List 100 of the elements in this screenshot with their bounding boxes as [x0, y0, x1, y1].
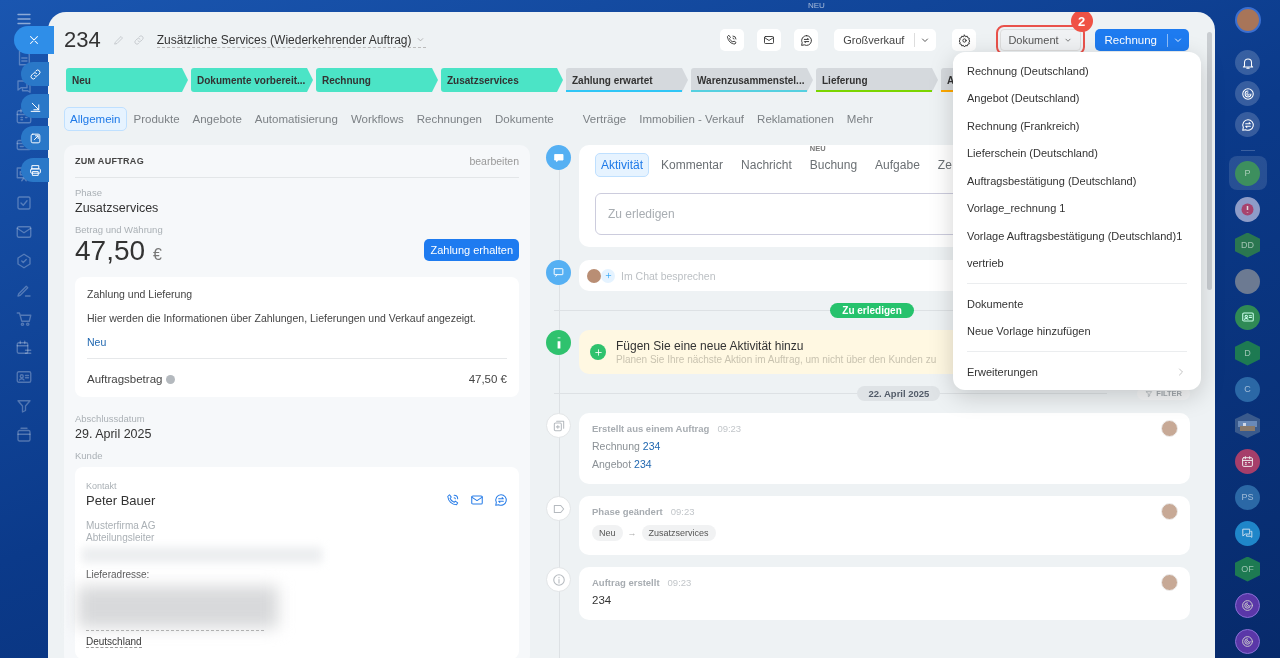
tab[interactable]: Produkte [127, 107, 186, 131]
printer-icon [28, 163, 42, 177]
chat-icon [799, 33, 813, 47]
notification-button[interactable] [1235, 50, 1260, 75]
alert-icon [1235, 196, 1260, 222]
activity-tab[interactable]: Aufgabe [869, 153, 926, 177]
menu-item[interactable]: Angebot (Deutschland) [953, 84, 1201, 112]
info-icon [551, 572, 566, 587]
stage-step[interactable]: Neu [66, 68, 188, 92]
chat-placeholder: Im Chat besprechen [621, 269, 716, 282]
field-value: Zusatzservices [75, 201, 160, 215]
bubble-glyph [552, 151, 565, 164]
country: Deutschland [86, 636, 142, 648]
field-label: Abschlussdatum [75, 413, 146, 424]
phone-icon [726, 34, 739, 46]
total-label: Auftragsbetrag [87, 373, 176, 385]
chat-list-item[interactable]: C [1228, 372, 1267, 406]
link-icon [28, 67, 42, 81]
edit-link[interactable]: bearbeiten [469, 155, 519, 167]
call-button[interactable] [720, 29, 745, 51]
plus-icon [592, 346, 604, 358]
box-icon [15, 426, 33, 444]
event-line: Rechnung 234 [592, 440, 662, 452]
chat-button[interactable] [794, 29, 819, 51]
invoice-button[interactable]: Rechnung [1094, 29, 1189, 51]
currency: € [153, 246, 162, 263]
cart-icon [15, 310, 33, 328]
menu-item[interactable]: Erweiterungen [953, 358, 1201, 386]
section-text: Hier werden die Informationen über Zahlungen, Lieferungen und Verkauf angezeigt. [87, 312, 477, 324]
document-link[interactable]: 234 [634, 458, 652, 470]
payment-button[interactable]: Zahlung erhalten [424, 239, 519, 261]
activity-tab[interactable]: Aktivität [595, 153, 649, 177]
phone-icon [446, 493, 460, 507]
event-time: 09:23 [717, 423, 742, 434]
menu-item[interactable]: Neue Vorlage hinzufügen [953, 317, 1201, 345]
settings-icon [957, 33, 971, 47]
tab[interactable]: Automatisierung [248, 107, 344, 131]
stage-step[interactable]: Warenzusammenstel... [691, 68, 813, 92]
activity-tab[interactable]: Kommentar [655, 153, 730, 177]
stage-step[interactable]: Zahlung erwartet [566, 68, 688, 92]
menu-item[interactable]: Dokumente [953, 290, 1201, 318]
mail-button[interactable] [757, 29, 782, 51]
document-link[interactable]: 234 [642, 440, 661, 452]
tab[interactable]: Immobilien - Verkauf [633, 107, 751, 131]
settings-button[interactable] [952, 29, 977, 51]
tab[interactable]: Allgemein [64, 107, 127, 131]
chat-list-item[interactable]: D [1228, 336, 1267, 370]
arrow-icon: → [627, 528, 637, 538]
tab[interactable]: Rechnungen [410, 107, 488, 131]
phase-chip: Zusatzservices [641, 525, 716, 541]
event-text: 234 [592, 594, 613, 606]
close-button[interactable] [14, 26, 54, 54]
arrow-button[interactable] [21, 94, 49, 118]
copy-plus-icon [551, 418, 566, 433]
external-link-button[interactable] [21, 126, 49, 150]
phase-chip: Neu [592, 525, 623, 541]
hint-title: Fügen Sie eine neue Aktivität hinzu [616, 339, 805, 353]
new-link[interactable]: Neu [87, 336, 107, 348]
menu-item[interactable]: Rechnung (Deutschland) [953, 57, 1201, 85]
user-avatar[interactable] [1234, 7, 1261, 33]
filter-icon [15, 397, 33, 415]
link-icon [132, 34, 145, 46]
chat-icon [494, 493, 508, 507]
spiral-button[interactable] [1235, 81, 1260, 106]
external-link-icon [28, 131, 42, 145]
user-avatar [1235, 268, 1260, 294]
todo-label: Zu erledigen [830, 303, 914, 318]
chat-icon [1240, 117, 1255, 132]
chat-list-item[interactable]: OF [1228, 552, 1267, 586]
tab[interactable]: Mehr [840, 107, 879, 131]
tab[interactable]: Verträge [576, 107, 633, 131]
hexagon-avatar: OF [1235, 556, 1260, 582]
chat-button[interactable] [1235, 112, 1260, 137]
field-value: 29. April 2025 [75, 427, 153, 441]
spiral-glyph [1241, 634, 1254, 648]
info-glyph [556, 335, 561, 350]
tab[interactable]: Angebote [186, 107, 248, 131]
calendar-icon [15, 107, 33, 125]
tab[interactable]: Dokumente [488, 107, 560, 131]
checkbox-icon [15, 194, 33, 212]
chat-list-item[interactable]: PS [1228, 480, 1267, 514]
chat-list-item[interactable]: DD [1228, 228, 1267, 262]
mail-icon [763, 34, 776, 46]
activity-tab[interactable]: Nachricht [735, 153, 798, 177]
menu-item[interactable]: Rechnung (Frankreich) [953, 112, 1201, 140]
funnel-select[interactable]: Großverkauf [834, 29, 937, 51]
mail-icon [15, 223, 33, 241]
link-button[interactable] [21, 62, 49, 86]
order-number: 234 [64, 27, 101, 53]
calendar-list-icon [15, 339, 33, 357]
stage-step[interactable]: Lieferung [816, 68, 938, 92]
tab[interactable]: Reklamationen [751, 107, 840, 131]
stage-step[interactable]: Rechnung [316, 68, 438, 92]
category-select[interactable]: Zusätzliche Services (Wiederkehrender Auftrag) [156, 32, 426, 48]
tab[interactable]: Workflows [344, 107, 410, 131]
stage-step[interactable]: Dokumente vorbereit... [191, 68, 313, 92]
print-button[interactable] [21, 158, 49, 182]
contact-name[interactable]: Peter Bauer [86, 493, 156, 508]
chat-glyph [552, 266, 565, 279]
stage-step[interactable]: Zusatzservices [441, 68, 563, 92]
